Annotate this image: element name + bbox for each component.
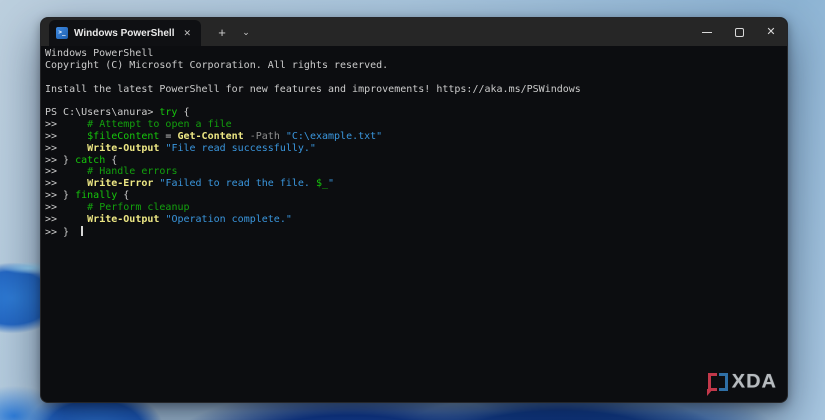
terminal-text-segment: finally: [75, 190, 118, 202]
xda-watermark: XDA: [707, 371, 777, 396]
terminal-text-segment: Get-Content: [177, 130, 244, 142]
tab-close-icon[interactable]: ✕: [180, 26, 194, 41]
window-controls: ✕: [691, 18, 787, 46]
terminal-text-segment: $_: [315, 178, 329, 190]
terminal-text-segment: >> }: [45, 226, 82, 238]
terminal-text-segment: # Perform cleanup: [87, 201, 190, 213]
terminal-text-segment: >> }: [45, 154, 76, 166]
terminal-text-segment: $fileContent: [87, 130, 160, 142]
xda-bracket-right-icon: [718, 373, 728, 391]
terminal-line: >> Write-Error "Failed to read the file.…: [45, 178, 783, 190]
terminal-text-segment: -Path: [249, 130, 280, 142]
terminal-line: Copyright (C) Microsoft Corporation. All…: [45, 60, 783, 72]
tab-dropdown-button[interactable]: ⌄: [235, 18, 257, 46]
powershell-icon: >_: [56, 27, 68, 39]
terminal-viewport[interactable]: Windows PowerShell Copyright (C) Microsof…: [41, 46, 787, 402]
terminal-text-segment: "Failed to read the file.: [159, 178, 316, 190]
terminal-line: Windows PowerShell: [45, 48, 783, 60]
terminal-text-segment: {: [177, 107, 190, 119]
terminal-text-segment: try: [159, 107, 178, 119]
minimize-button[interactable]: [691, 18, 723, 46]
terminal-line: >> # Attempt to open a file: [45, 119, 783, 131]
terminal-line: Install the latest PowerShell for new fe…: [45, 84, 783, 96]
terminal-text-segment: {: [105, 154, 118, 166]
terminal-text-segment: >>: [45, 178, 88, 190]
maximize-icon: [734, 27, 744, 37]
terminal-line: >> Write-Output "File read successfully.…: [45, 143, 783, 155]
terminal-line: >> } finally {: [45, 190, 783, 202]
terminal-line: >> Write-Output "Operation complete.": [45, 214, 783, 226]
terminal-text-segment: "File read successfully.": [165, 142, 316, 154]
close-button[interactable]: ✕: [755, 18, 787, 46]
terminal-text-segment: =: [159, 130, 178, 142]
terminal-text-segment: Windows PowerShell: [45, 48, 154, 59]
terminal-line: >> } catch {: [45, 155, 783, 167]
terminal-line: [45, 72, 783, 84]
terminal-text-segment: >>: [45, 119, 88, 131]
terminal-text-segment: Write-Error: [87, 178, 154, 190]
terminal-text-segment: >> }: [45, 190, 76, 202]
terminal-text-segment: Write-Output: [87, 142, 160, 154]
xda-logo-text: XDA: [731, 371, 777, 393]
terminal-text-segment: catch: [75, 154, 106, 166]
terminal-text-segment: >>: [45, 213, 88, 225]
terminal-text-segment: ": [328, 178, 335, 190]
terminal-line: >> }: [45, 225, 783, 238]
tab-title: Windows PowerShell: [74, 27, 175, 39]
terminal-text-segment: "C:\example.txt": [285, 130, 383, 142]
terminal-text-segment: >>: [45, 130, 88, 142]
window-titlebar: >_ Windows PowerShell ✕ + ⌄ ✕: [41, 18, 787, 46]
terminal-cursor: [81, 225, 83, 236]
terminal-text-segment: >>: [45, 166, 88, 178]
terminal-text-segment: >>: [45, 142, 88, 154]
xda-bracket-left-icon: [707, 373, 717, 396]
terminal-text-segment: "Operation complete.": [165, 213, 292, 225]
terminal-text-segment: PS C:\Users\anura>: [45, 107, 160, 119]
terminal-text-segment: {: [117, 190, 130, 202]
terminal-line: >> # Perform cleanup: [45, 202, 783, 214]
terminal-text-segment: # Attempt to open a file: [87, 119, 232, 131]
tab-windows-powershell[interactable]: >_ Windows PowerShell ✕: [49, 20, 201, 46]
terminal-text-segment: Write-Output: [87, 213, 160, 225]
powershell-window: >_ Windows PowerShell ✕ + ⌄ ✕ Windows Po…: [40, 17, 788, 403]
terminal-text-segment: # Handle errors: [87, 166, 178, 178]
terminal-text-segment: Install the latest PowerShell for new fe…: [45, 83, 581, 95]
close-icon: ✕: [766, 25, 776, 38]
new-tab-button[interactable]: +: [209, 18, 235, 46]
terminal-line: [45, 95, 783, 107]
terminal-text-segment: >>: [45, 201, 88, 213]
terminal-output: Windows PowerShell Copyright (C) Microsof…: [45, 48, 783, 238]
terminal-text-segment: Copyright (C) Microsoft Corporation. All…: [45, 59, 389, 71]
minimize-icon: [702, 31, 712, 33]
terminal-line: >> $fileContent = Get-Content -Path "C:\…: [45, 131, 783, 143]
terminal-line: >> # Handle errors: [45, 166, 783, 178]
maximize-button[interactable]: [723, 18, 755, 46]
terminal-line: PS C:\Users\anura> try {: [45, 107, 783, 119]
